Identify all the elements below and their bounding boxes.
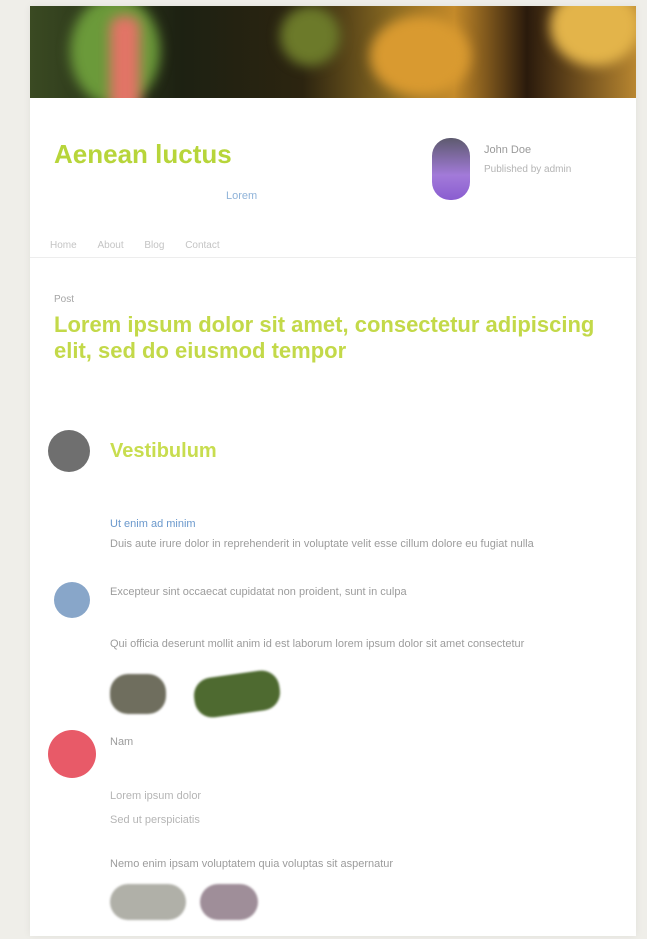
- feed-item: Nam Lorem ipsum dolor Sed ut perspiciati…: [48, 730, 618, 930]
- feed-text: Duis aute irure dolor in reprehenderit i…: [110, 538, 534, 550]
- avatar[interactable]: [48, 730, 96, 778]
- avatar[interactable]: [48, 430, 90, 472]
- site-badge[interactable]: Lorem: [226, 190, 257, 202]
- cover-banner: [30, 6, 636, 98]
- profile-card: Aenean luctus Lorem John Doe Published b…: [30, 6, 636, 936]
- nav-item-blog[interactable]: Blog: [144, 240, 164, 251]
- feed-item: Vestibulum Ut enim ad minim Duis aute ir…: [48, 430, 618, 570]
- nav-bar: Home About Blog Contact: [50, 240, 616, 254]
- feed-text: Qui officia deserunt mollit anim id est …: [110, 638, 525, 650]
- feed-author-name[interactable]: Vestibulum: [110, 440, 217, 463]
- banner-decoration: [280, 6, 340, 66]
- site-title[interactable]: Aenean luctus: [54, 140, 244, 168]
- banner-decoration: [370, 16, 470, 96]
- post-title[interactable]: Lorem ipsum dolor sit amet, consectetur …: [54, 312, 614, 364]
- thumbnail[interactable]: [200, 884, 258, 920]
- banner-decoration: [550, 6, 636, 66]
- thumbnail[interactable]: [110, 674, 166, 714]
- feed-text[interactable]: Nam: [110, 736, 133, 748]
- feed-text: Nemo enim ipsam voluptatem quia voluptas…: [110, 858, 394, 870]
- author-meta: Published by admin: [484, 164, 572, 175]
- thumbnail[interactable]: [191, 668, 283, 720]
- banner-decoration: [110, 16, 140, 98]
- avatar[interactable]: [54, 582, 90, 618]
- profile-header: Aenean luctus Lorem John Doe Published b…: [30, 98, 636, 258]
- author-name[interactable]: John Doe: [484, 144, 531, 156]
- author-box[interactable]: John Doe Published by admin: [428, 138, 618, 208]
- feed-link[interactable]: Ut enim ad minim: [110, 518, 196, 530]
- thumbnail[interactable]: [110, 884, 186, 920]
- nav-item-home[interactable]: Home: [50, 240, 77, 251]
- feed-text: Sed ut perspiciatis: [110, 814, 200, 826]
- page: Aenean luctus Lorem John Doe Published b…: [0, 0, 647, 939]
- feed-item: Excepteur sint occaecat cupidatat non pr…: [48, 582, 618, 722]
- nav-item-about[interactable]: About: [97, 240, 123, 251]
- nav-item-contact[interactable]: Contact: [185, 240, 219, 251]
- feed-text: Excepteur sint occaecat cupidatat non pr…: [110, 586, 407, 598]
- avatar[interactable]: [432, 138, 470, 200]
- post-label: Post: [54, 294, 75, 305]
- feed-text: Lorem ipsum dolor: [110, 790, 202, 802]
